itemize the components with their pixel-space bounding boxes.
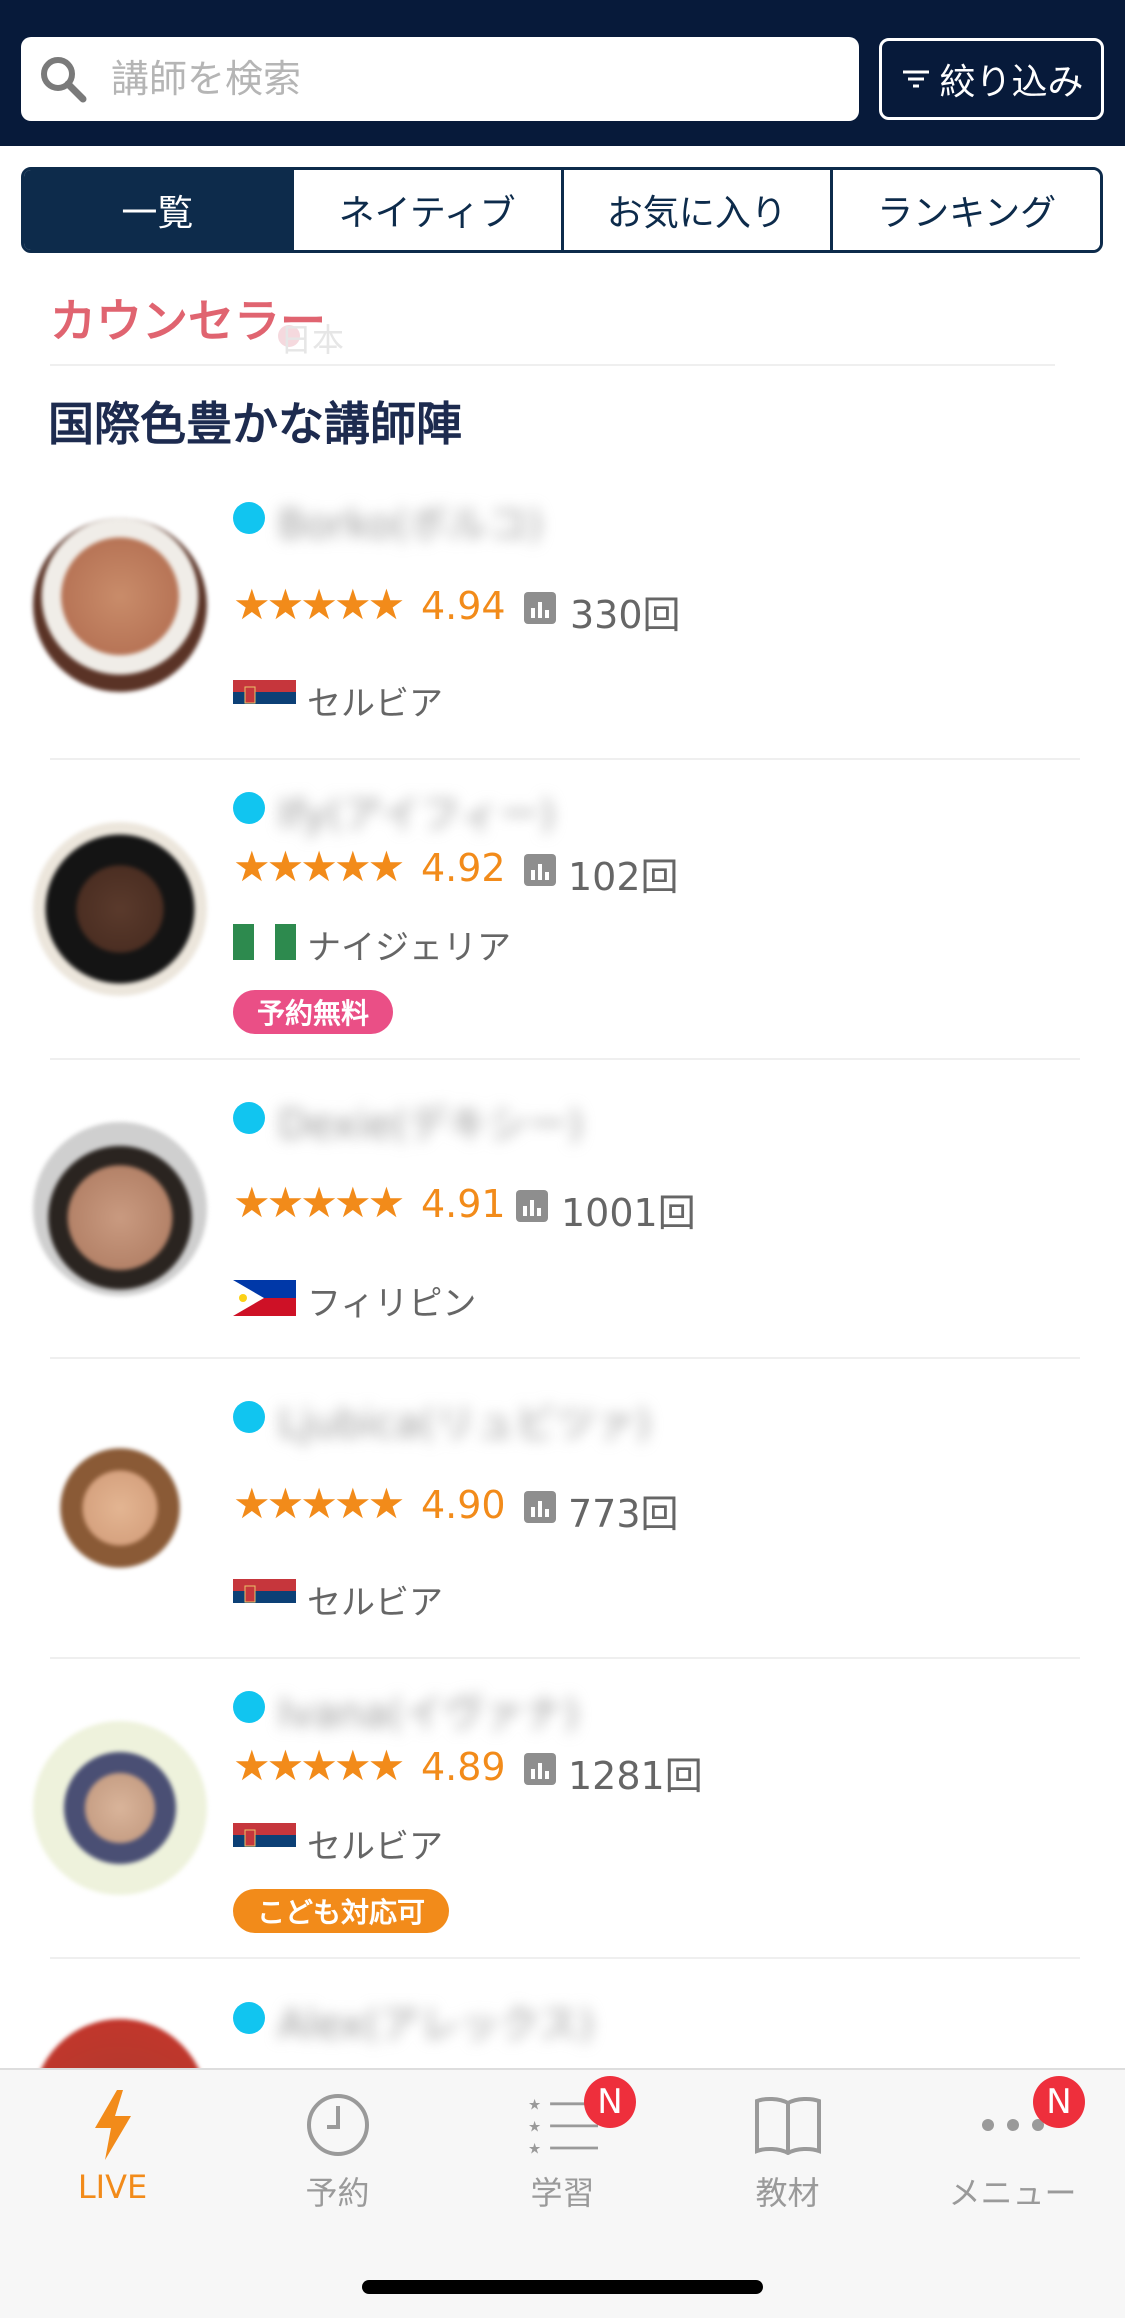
online-status-dot xyxy=(233,1102,265,1134)
svg-text:★: ★ xyxy=(528,2141,541,2158)
divider xyxy=(50,1058,1080,1060)
notification-badge: N xyxy=(584,2076,636,2128)
divider xyxy=(50,1357,1080,1359)
teacher-name: Ljubica(リュビツァ) xyxy=(278,1401,651,1447)
divider xyxy=(50,364,1055,366)
search-box[interactable] xyxy=(21,37,859,121)
nigeria-flag-icon xyxy=(233,924,296,960)
lesson-count-icon xyxy=(524,1491,556,1523)
rating-stars: ★★★★★ xyxy=(233,580,405,629)
search-icon xyxy=(41,57,87,103)
rating-value: 4.89 xyxy=(421,1745,506,1789)
teacher-name: Ivana(イヴァナ) xyxy=(278,1691,580,1737)
teacher-avatar[interactable] xyxy=(33,822,207,996)
country-label: ナイジェリア xyxy=(307,928,511,968)
lesson-count: 773回 xyxy=(568,1492,679,1536)
online-status-dot xyxy=(233,502,265,534)
book-icon xyxy=(753,2090,823,2160)
nav-label: 予約 xyxy=(305,2174,370,2212)
lesson-count-icon xyxy=(524,1753,556,1785)
country-label: フィリピン xyxy=(307,1284,477,1324)
country-label: セルビア xyxy=(307,1827,443,1867)
country-label: セルビア xyxy=(307,1583,443,1623)
svg-text:★: ★ xyxy=(528,2096,541,2113)
nav-menu[interactable]: メニュー N xyxy=(900,2070,1125,2220)
lesson-count: 330回 xyxy=(570,593,681,637)
serbia-flag-icon xyxy=(233,1579,296,1615)
svg-text:★: ★ xyxy=(528,2118,541,2135)
tab-native[interactable]: ネイティブ xyxy=(293,170,564,250)
divider xyxy=(50,1957,1080,1959)
country-label: セルビア xyxy=(307,684,443,724)
lesson-count: 102回 xyxy=(568,855,679,899)
rating-value: 4.92 xyxy=(421,846,506,890)
teachers-section-title: 国際色豊かな講師陣 xyxy=(48,397,462,451)
divider xyxy=(50,758,1080,760)
online-status-dot xyxy=(233,1691,265,1723)
tab-all[interactable]: 一覧 xyxy=(24,170,294,250)
nav-label: メニュー xyxy=(948,2174,1077,2212)
kids-ok-badge: こども対応可 xyxy=(233,1889,450,1933)
online-status-dot xyxy=(233,1401,265,1433)
rating-value: 4.91 xyxy=(421,1182,506,1226)
teacher-avatar[interactable] xyxy=(33,1122,207,1296)
notification-badge: N xyxy=(1033,2076,1085,2128)
lesson-count: 1281回 xyxy=(568,1754,703,1798)
teacher-avatar[interactable] xyxy=(33,518,207,692)
free-booking-badge: 予約無料 xyxy=(233,990,394,1034)
home-indicator xyxy=(362,2280,763,2294)
filter-icon xyxy=(903,70,930,88)
nav-label: LIVE xyxy=(77,2168,148,2206)
nav-study[interactable]: ★ ★ ★ 学習 N xyxy=(450,2070,675,2220)
teacher-name: Ify(アイフィー) xyxy=(278,792,556,838)
filter-label: 絞り込み xyxy=(939,62,1084,103)
lesson-count-icon xyxy=(524,854,556,886)
rating-stars: ★★★★★ xyxy=(233,1178,405,1227)
teacher-avatar[interactable] xyxy=(33,1421,207,1595)
tab-favorites[interactable]: お気に入り xyxy=(563,170,834,250)
filter-button[interactable]: 絞り込み xyxy=(879,38,1104,120)
rating-value: 4.90 xyxy=(421,1483,506,1527)
rating-stars: ★★★★★ xyxy=(233,1741,405,1790)
clock-icon xyxy=(303,2090,373,2160)
serbia-flag-icon xyxy=(233,1823,296,1859)
online-status-dot xyxy=(233,2002,265,2034)
teacher-name: Borko(ボルコ) xyxy=(278,502,543,548)
lesson-count-icon xyxy=(524,592,556,624)
serbia-flag-icon xyxy=(233,680,296,716)
teacher-name: Alex(アレックス) xyxy=(278,2002,595,2048)
tab-ranking[interactable]: ランキング xyxy=(833,170,1100,250)
divider xyxy=(50,1657,1080,1659)
tab-bar: 一覧 ネイティブ お気に入り ランキング xyxy=(21,167,1103,253)
bolt-icon xyxy=(78,2090,148,2160)
rating-stars: ★★★★★ xyxy=(233,842,405,891)
search-input[interactable] xyxy=(111,49,831,109)
rating-value: 4.94 xyxy=(421,584,506,628)
lesson-count: 1001回 xyxy=(561,1191,696,1235)
teacher-avatar[interactable] xyxy=(33,1721,207,1895)
nav-reservation[interactable]: 予約 xyxy=(225,2070,450,2220)
nav-label: 学習 xyxy=(530,2174,595,2212)
counselor-section-title: カウンセラー xyxy=(50,294,326,348)
teacher-name: Dexie(デキシー) xyxy=(278,1102,584,1148)
nav-materials[interactable]: 教材 xyxy=(675,2070,900,2220)
rating-stars: ★★★★★ xyxy=(233,1479,405,1528)
nav-label: 教材 xyxy=(755,2174,820,2212)
top-header: 絞り込み xyxy=(0,0,1125,146)
nav-live[interactable]: LIVE xyxy=(0,2070,225,2220)
philippines-flag-icon xyxy=(233,1280,296,1316)
lesson-count-icon xyxy=(516,1190,548,1222)
online-status-dot xyxy=(233,792,265,824)
